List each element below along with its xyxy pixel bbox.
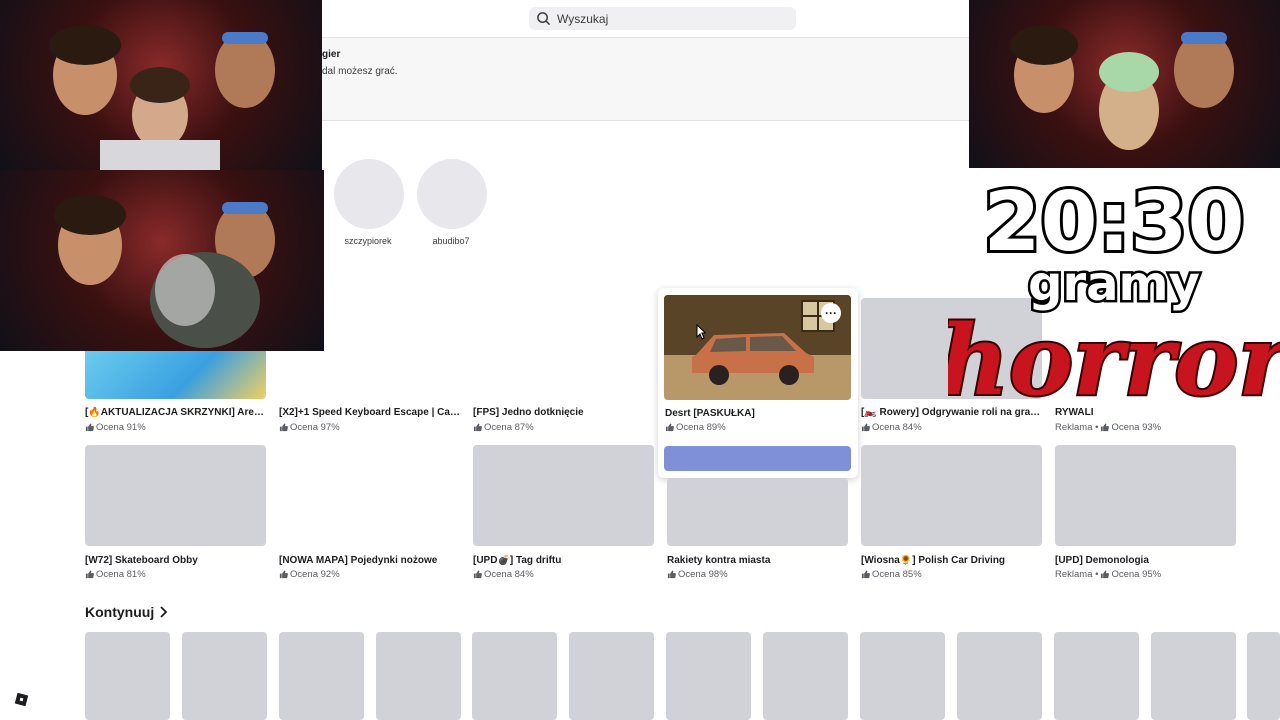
- ad-label: Reklama •: [1055, 569, 1099, 580]
- thumbs-up-icon: [473, 570, 482, 579]
- game-title[interactable]: [NOWA MAPA] Pojedynki nożowe: [279, 555, 461, 566]
- search-icon: [537, 12, 551, 26]
- thumbs-up-icon: [667, 570, 676, 579]
- webcam-overlay: [969, 0, 1280, 168]
- game-thumbnail[interactable]: [1055, 445, 1236, 546]
- continue-tile[interactable]: [279, 632, 364, 720]
- thumbs-up-icon: [85, 423, 94, 432]
- game-title[interactable]: [X2]+1 Speed Keyboard Escape | Cand...: [279, 407, 461, 418]
- thumbs-up-icon: [279, 570, 288, 579]
- continue-tile[interactable]: [1054, 632, 1139, 720]
- friend-avatar[interactable]: [417, 159, 487, 229]
- webcam-overlay: [0, 170, 324, 351]
- game-title[interactable]: [W72] Skateboard Obby: [85, 555, 267, 566]
- thumbs-up-icon: [473, 423, 482, 432]
- roblox-logo-icon[interactable]: [14, 692, 29, 707]
- game-title[interactable]: [FPS] Jedno dotknięcie: [473, 407, 655, 418]
- continue-tile[interactable]: [666, 632, 751, 720]
- continue-tile[interactable]: [569, 632, 654, 720]
- thumbs-up-icon: [861, 423, 870, 432]
- game-rating: Ocena 81%: [85, 569, 146, 580]
- continue-tile[interactable]: [860, 632, 945, 720]
- game-title[interactable]: [Wiosna🌻] Polish Car Driving: [861, 555, 1043, 566]
- game-rating: Reklama • Ocena 95%: [1055, 569, 1162, 580]
- thumbs-up-icon: [1101, 570, 1110, 579]
- friend-avatar[interactable]: [334, 159, 404, 229]
- thumbs-up-icon: [861, 570, 870, 579]
- mouse-cursor-icon: [696, 324, 706, 340]
- play-button[interactable]: [664, 446, 851, 471]
- game-rating: Ocena 91%: [85, 422, 146, 433]
- game-rating: Ocena 85%: [861, 569, 922, 580]
- friend-name[interactable]: szczypiorek: [323, 236, 413, 246]
- game-title[interactable]: Desrt [PASKUŁKA]: [665, 408, 847, 419]
- thumbs-up-icon: [279, 423, 288, 432]
- game-rating: Ocena 84%: [473, 569, 534, 580]
- game-title[interactable]: [🔥AKTUALIZACJA SKRZYNKI] Arena s...: [85, 407, 267, 418]
- game-rating: Ocena 98%: [667, 569, 728, 580]
- game-thumbnail[interactable]: [861, 445, 1042, 546]
- continue-tile[interactable]: [376, 632, 461, 720]
- continue-tile[interactable]: [1247, 632, 1280, 720]
- game-rating: Ocena 84%: [861, 422, 922, 433]
- game-thumbnail[interactable]: [667, 478, 848, 546]
- game-thumbnail[interactable]: [473, 445, 654, 546]
- continue-tile[interactable]: [763, 632, 848, 720]
- continue-tile[interactable]: [472, 632, 557, 720]
- continue-title[interactable]: Kontynuuj: [85, 604, 154, 620]
- thumbs-up-icon: [85, 570, 94, 579]
- search-bar[interactable]: Wyszukaj: [529, 7, 796, 30]
- webcam-people: [49, 25, 275, 170]
- continue-tile[interactable]: [85, 632, 170, 720]
- stream-schedule-poster: 20:30 gramy horror: [937, 168, 1280, 430]
- continue-tile[interactable]: [957, 632, 1042, 720]
- game-title[interactable]: [UPD💣] Tag driftu: [473, 555, 655, 566]
- chevron-right-icon: [160, 606, 168, 618]
- thumbs-up-icon: [665, 423, 674, 432]
- banner-subtitle: dal możesz grać.: [322, 66, 398, 77]
- game-rating: Ocena 92%: [279, 569, 340, 580]
- webcam-overlay: [0, 0, 322, 170]
- info-banner: [322, 38, 970, 121]
- search-placeholder: Wyszukaj: [557, 11, 609, 26]
- continue-tile[interactable]: [182, 632, 267, 720]
- game-title[interactable]: [UPD] Demonologia: [1055, 555, 1237, 566]
- more-options-icon[interactable]: ···: [821, 303, 841, 323]
- webcam-people: [54, 195, 275, 348]
- friend-name[interactable]: abudibo7: [406, 236, 496, 246]
- poster-graphic: 20:30 gramy horror: [937, 172, 1280, 419]
- poster-horror: horror: [948, 304, 1280, 417]
- game-thumbnail[interactable]: [85, 445, 266, 546]
- game-title[interactable]: Rakiety kontra miasta: [667, 555, 849, 566]
- continue-tile[interactable]: [1151, 632, 1236, 720]
- banner-title: gier: [322, 49, 341, 60]
- webcam-people: [1010, 25, 1234, 150]
- game-rating: Ocena 87%: [473, 422, 534, 433]
- game-rating: Ocena 89%: [665, 422, 726, 433]
- continue-section-header[interactable]: Kontynuuj: [85, 604, 168, 620]
- game-rating: Ocena 97%: [279, 422, 340, 433]
